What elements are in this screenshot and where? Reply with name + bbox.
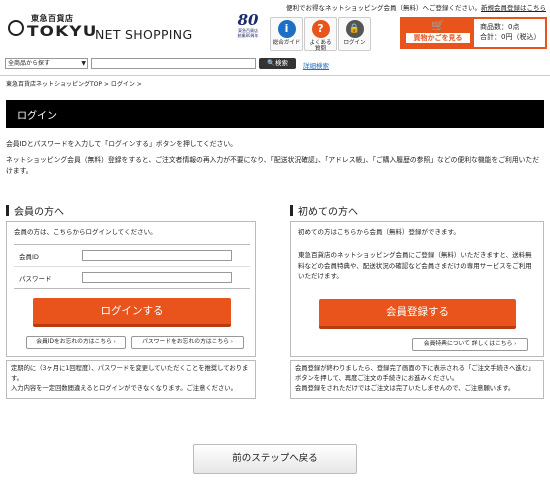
forgot-password-label: パスワードをお忘れの方はこちら [142, 339, 230, 345]
back-button[interactable]: 前のステップへ戻る [193, 444, 357, 474]
login-header-button[interactable]: 🔒 ログイン [338, 17, 371, 51]
forgot-id-button[interactable]: 会員IDをお忘れの方はこちら › [26, 336, 126, 349]
divider [14, 288, 250, 289]
register-button[interactable]: 会員登録する [319, 299, 516, 329]
top-notice: 便利でお得なネットショッピング会員（無料）へご登録ください。新規会員登録はこちら [286, 2, 546, 12]
member-id-input[interactable] [82, 250, 232, 261]
forgot-password-button[interactable]: パスワードをお忘れの方はこちら › [131, 336, 244, 349]
arrow-right-icon: › [230, 339, 233, 345]
anniversary-number: 80 [237, 11, 259, 29]
logo-tokyu[interactable]: TOKYU [27, 24, 98, 40]
top-notice-text: 便利でお得なネットショッピング会員（無料）へご登録ください。 [286, 4, 481, 12]
member-id-label: 会員ID [19, 253, 39, 261]
anniversary-sub: 東急百貨店 創業80周年 [237, 28, 259, 38]
cart-count: 商品数：0点 [480, 23, 520, 31]
divider [0, 75, 550, 76]
order-not-complete-notice: 会員登録をされただけではご注文は完了いたしませんので、ご注意願います。 [295, 385, 515, 392]
login-instruction: 会員IDとパスワードを入力して「ログインする」ボタンを押してください。 [6, 140, 237, 148]
search-input[interactable] [91, 58, 256, 69]
arrow-right-icon: › [113, 339, 116, 345]
member-perks-button[interactable]: 会員特典について 詳しくはこちら › [412, 338, 528, 351]
cart-box: 🛒 買物かごを見る 商品数：0点 合計：0円（税込） [400, 17, 547, 49]
newcomer-panel [290, 221, 544, 357]
login-header-label: ログイン [343, 40, 366, 46]
heading-marker [6, 205, 9, 216]
newcomer-body: 東急百貨店のネットショッピング会員にご登録（無料）いただきますと、送料無料などの… [298, 251, 532, 280]
search-button-label: 検索 [275, 59, 289, 67]
heading-marker [290, 205, 293, 216]
breadcrumb[interactable]: 東急百貨店ネットショッピングTOP > ログイン > [6, 79, 142, 88]
advanced-search-link[interactable]: 詳細検索 [303, 60, 329, 70]
faq-label: よくある 質問 [309, 40, 332, 52]
logo-net-shopping[interactable]: NET SHOPPING [95, 27, 192, 42]
anniversary-badge: 80 東急百貨店 創業80周年 [229, 13, 267, 48]
info-icon: i [277, 20, 296, 38]
member-heading: 会員の方へ [14, 207, 64, 218]
member-notice: 定期的に（3ヶ月に1回程度）、パスワードを変更していただくことを推奨しております… [6, 360, 256, 399]
cart-info: 商品数：0点 合計：0円（税込） [480, 22, 540, 42]
faq-button[interactable]: ? よくある 質問 [304, 17, 337, 52]
chevron-down-icon: ▼ [81, 60, 86, 67]
logo-mark-icon [8, 20, 24, 36]
newcomer-heading: 初めての方へ [298, 207, 358, 218]
divider [14, 266, 250, 267]
proceed-notice: 会員登録が終わりましたら、登録完了画面の下に表示される「ご注文手続きへ進む」ボタ… [295, 365, 535, 382]
register-link[interactable]: 新規会員登録はこちら [481, 4, 546, 12]
divider [14, 244, 250, 245]
login-button[interactable]: ログインする [33, 298, 231, 327]
view-cart-button[interactable]: 🛒 買物かごを見る [402, 19, 474, 47]
cart-total: 合計：0円（税込） [480, 33, 541, 41]
lockout-notice: 入力内容を一定回数間違えるとログインができなくなります。ご注意ください。 [11, 385, 237, 392]
newcomer-notice: 会員登録が終わりましたら、登録完了画面の下に表示される「ご注文手続きへ進む」ボタ… [290, 360, 544, 399]
guide-label: 総合ガイド [272, 40, 301, 46]
forgot-id-label: 会員IDをお忘れの方はこちら [36, 339, 112, 345]
guide-button[interactable]: i 総合ガイド [270, 17, 303, 51]
category-select-value: 全商品から探す [8, 60, 51, 67]
membership-description: ネットショッピング会員（無料）登録をすると、ご注文者情報の再入力が不要になり、「… [6, 156, 540, 175]
arrow-right-icon: › [514, 341, 517, 347]
password-change-notice: 定期的に（3ヶ月に1回程度）、パスワードを変更していただくことを推奨しております… [11, 365, 249, 382]
page-title: ログイン [17, 111, 57, 122]
member-perks-label: 会員特典について 詳しくはこちら [423, 341, 513, 347]
password-label: パスワード [19, 275, 52, 283]
logo-kanji: 東急百貨店 [31, 14, 74, 23]
member-intro: 会員の方は、こちらからログインしてください。 [14, 228, 157, 236]
cart-icon: 🛒 [431, 19, 445, 32]
lock-icon: 🔒 [345, 20, 364, 38]
search-button[interactable]: 🔍検索 [259, 58, 296, 69]
password-input[interactable] [82, 272, 232, 283]
page-title-bar: ログイン [6, 100, 544, 128]
category-select[interactable]: 全商品から探す ▼ [5, 58, 88, 69]
view-cart-label: 買物かごを見る [406, 33, 470, 43]
search-icon: 🔍 [266, 59, 276, 67]
question-icon: ? [311, 20, 330, 38]
newcomer-intro: 初めての方はこちらから会員（無料）登録ができます。 [298, 228, 460, 236]
